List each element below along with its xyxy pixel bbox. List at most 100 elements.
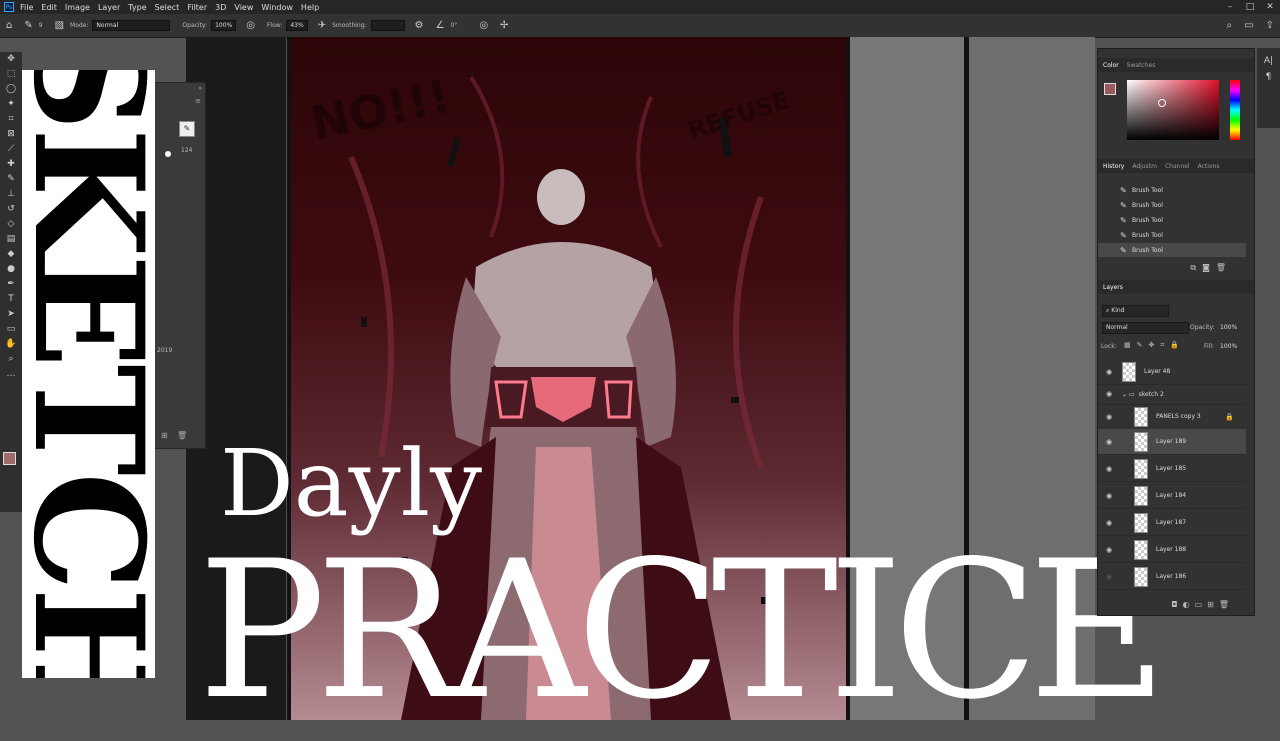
workspace-icon[interactable]: ▭	[1244, 20, 1253, 31]
frame-tool-icon[interactable]: ⊠	[0, 127, 22, 142]
eraser-tool-icon[interactable]: ◇	[0, 217, 22, 232]
tab-channels[interactable]: Channel	[1165, 163, 1190, 170]
minimize-icon[interactable]: –	[1220, 0, 1240, 14]
crop-tool-icon[interactable]: ⌗	[0, 112, 22, 127]
healing-tool-icon[interactable]: ✚	[0, 157, 22, 172]
flow-input[interactable]: 43%	[286, 20, 308, 31]
menu-filter[interactable]: Filter	[187, 3, 207, 12]
history-item-current[interactable]: ✎ Brush Tool	[1098, 243, 1246, 257]
color-foreground-swatch[interactable]	[1104, 83, 1116, 95]
new-layer-icon[interactable]: ⊞	[1207, 600, 1219, 609]
marquee-tool-icon[interactable]: ⬚	[0, 67, 22, 82]
move-tool-icon[interactable]: ✥	[0, 52, 22, 67]
smoothing-input[interactable]	[370, 20, 405, 31]
layer-row[interactable]: ◉ Layer 48	[1098, 359, 1246, 385]
foreground-color-swatch[interactable]	[3, 452, 16, 465]
blend-mode-select[interactable]: Normal	[1102, 322, 1189, 334]
delete-preset-icon[interactable]: 🗑	[177, 431, 187, 440]
type-tool-icon[interactable]: T	[0, 292, 22, 307]
new-document-icon[interactable]: ⧉	[1190, 263, 1202, 272]
panel-menu-icon[interactable]: ≡	[195, 97, 201, 105]
visibility-eye-icon[interactable]: ◉	[1102, 438, 1116, 446]
share-icon[interactable]: ⇪	[1266, 20, 1274, 31]
brush-preset-icon[interactable]: ✎	[24, 20, 32, 31]
symmetry-icon[interactable]: ✢	[500, 20, 508, 31]
visibility-eye-icon[interactable]: ◉	[1102, 390, 1116, 398]
trash-icon[interactable]: 🗑	[1216, 263, 1232, 272]
new-preset-icon[interactable]: ⊞	[161, 431, 168, 440]
search-icon[interactable]: ⌕	[1227, 20, 1233, 31]
lock-artboard-icon[interactable]: ⌗	[1160, 341, 1170, 349]
tab-color[interactable]: Color	[1103, 62, 1119, 69]
brush-tool-icon[interactable]: ✎	[0, 172, 22, 187]
tab-swatches[interactable]: Swatches	[1127, 62, 1156, 69]
layer-group-row[interactable]: ◉ ⌄ ▭ sketch 2	[1098, 384, 1246, 405]
layer-row[interactable]: ◉ Layer 188	[1098, 537, 1246, 563]
brush-tip-preview[interactable]	[165, 151, 171, 157]
lock-all-icon[interactable]: 🔒	[1170, 341, 1185, 349]
close-icon[interactable]: ✕	[1260, 0, 1280, 14]
hue-slider[interactable]	[1230, 80, 1240, 140]
history-item[interactable]: ✎ Brush Tool	[1098, 198, 1246, 212]
menu-edit[interactable]: Edit	[41, 3, 57, 12]
layer-filter-select[interactable]: ⌕ Kind	[1102, 305, 1169, 317]
pressure-opacity-icon[interactable]: ◎	[246, 20, 255, 31]
layer-row[interactable]: ◉ Layer 184	[1098, 483, 1246, 509]
blur-tool-icon[interactable]: ◆	[0, 247, 22, 262]
history-brush-tool-icon[interactable]: ↺	[0, 202, 22, 217]
airbrush-icon[interactable]: ✈	[318, 20, 326, 31]
menu-select[interactable]: Select	[155, 3, 180, 12]
brush-settings-icon[interactable]: ▧	[55, 20, 64, 31]
mode-select[interactable]: Normal	[92, 20, 171, 31]
layer-row[interactable]: ◉ PANELS copy 3 🔒	[1098, 404, 1246, 430]
history-item[interactable]: ✎ Brush Tool	[1098, 228, 1246, 242]
tab-actions[interactable]: Actions	[1198, 163, 1220, 170]
eyedropper-tool-icon[interactable]: ⟋	[0, 142, 22, 157]
layer-row[interactable]: ◉ Layer 186	[1098, 564, 1246, 590]
menu-view[interactable]: View	[234, 3, 253, 12]
history-item[interactable]: ✎ Brush Tool	[1098, 213, 1246, 227]
menu-type[interactable]: Type	[128, 3, 146, 12]
tab-adjustments[interactable]: Adjustm	[1132, 163, 1157, 170]
angle-value[interactable]: 0°	[450, 22, 457, 29]
more-tools-icon[interactable]: …	[0, 367, 22, 382]
visibility-eye-icon[interactable]: ◉	[1102, 519, 1116, 527]
zoom-tool-icon[interactable]: ⌕	[0, 352, 22, 367]
brush-toggle-icon[interactable]: ✎	[179, 121, 195, 137]
visibility-eye-icon[interactable]: ◉	[1102, 465, 1116, 473]
lock-transparent-icon[interactable]: ▦	[1124, 341, 1137, 349]
tab-layers[interactable]: Layers	[1103, 284, 1123, 291]
layer-row-selected[interactable]: ◉ Layer 189	[1098, 429, 1246, 455]
pen-tool-icon[interactable]: ✒	[0, 277, 22, 292]
color-picker-cursor[interactable]	[1158, 99, 1166, 107]
delete-layer-icon[interactable]: 🗑	[1219, 600, 1234, 609]
folder-expand-icon[interactable]: ⌄ ▭	[1122, 391, 1135, 398]
new-group-icon[interactable]: ▭	[1195, 600, 1208, 609]
stamp-tool-icon[interactable]: ⊥	[0, 187, 22, 202]
hand-tool-icon[interactable]: ✋	[0, 337, 22, 352]
adjustment-layer-icon[interactable]: ◐	[1183, 600, 1195, 609]
menu-window[interactable]: Window	[261, 3, 293, 12]
opacity-input[interactable]: 100%	[211, 20, 237, 31]
menu-image[interactable]: Image	[65, 3, 90, 12]
tab-history[interactable]: History	[1103, 163, 1124, 170]
visibility-eye-icon[interactable]: ◉	[1102, 492, 1116, 500]
lock-paint-icon[interactable]: ✎	[1137, 341, 1149, 349]
history-item[interactable]: ✎ Brush Tool	[1098, 183, 1246, 197]
menu-3d[interactable]: 3D	[215, 3, 226, 12]
character-panel-icon[interactable]: A|	[1257, 56, 1280, 66]
menu-help[interactable]: Help	[301, 3, 319, 12]
visibility-eye-icon[interactable]: ◉	[1102, 573, 1116, 581]
menu-file[interactable]: File	[20, 3, 33, 12]
maximize-icon[interactable]: □	[1240, 0, 1260, 14]
panel-collapse-icon[interactable]: »	[198, 85, 202, 92]
pressure-size-icon[interactable]: ◎	[479, 20, 488, 31]
visibility-eye-icon[interactable]: ◉	[1102, 368, 1116, 376]
snapshot-icon[interactable]: ◙	[1202, 263, 1216, 272]
path-select-tool-icon[interactable]: ➤	[0, 307, 22, 322]
layer-row[interactable]: ◉ Layer 187	[1098, 510, 1246, 536]
menu-layer[interactable]: Layer	[98, 3, 120, 12]
layer-opacity-input[interactable]: 100%	[1220, 324, 1237, 331]
magic-wand-tool-icon[interactable]: ✦	[0, 97, 22, 112]
lock-position-icon[interactable]: ✥	[1149, 341, 1161, 349]
